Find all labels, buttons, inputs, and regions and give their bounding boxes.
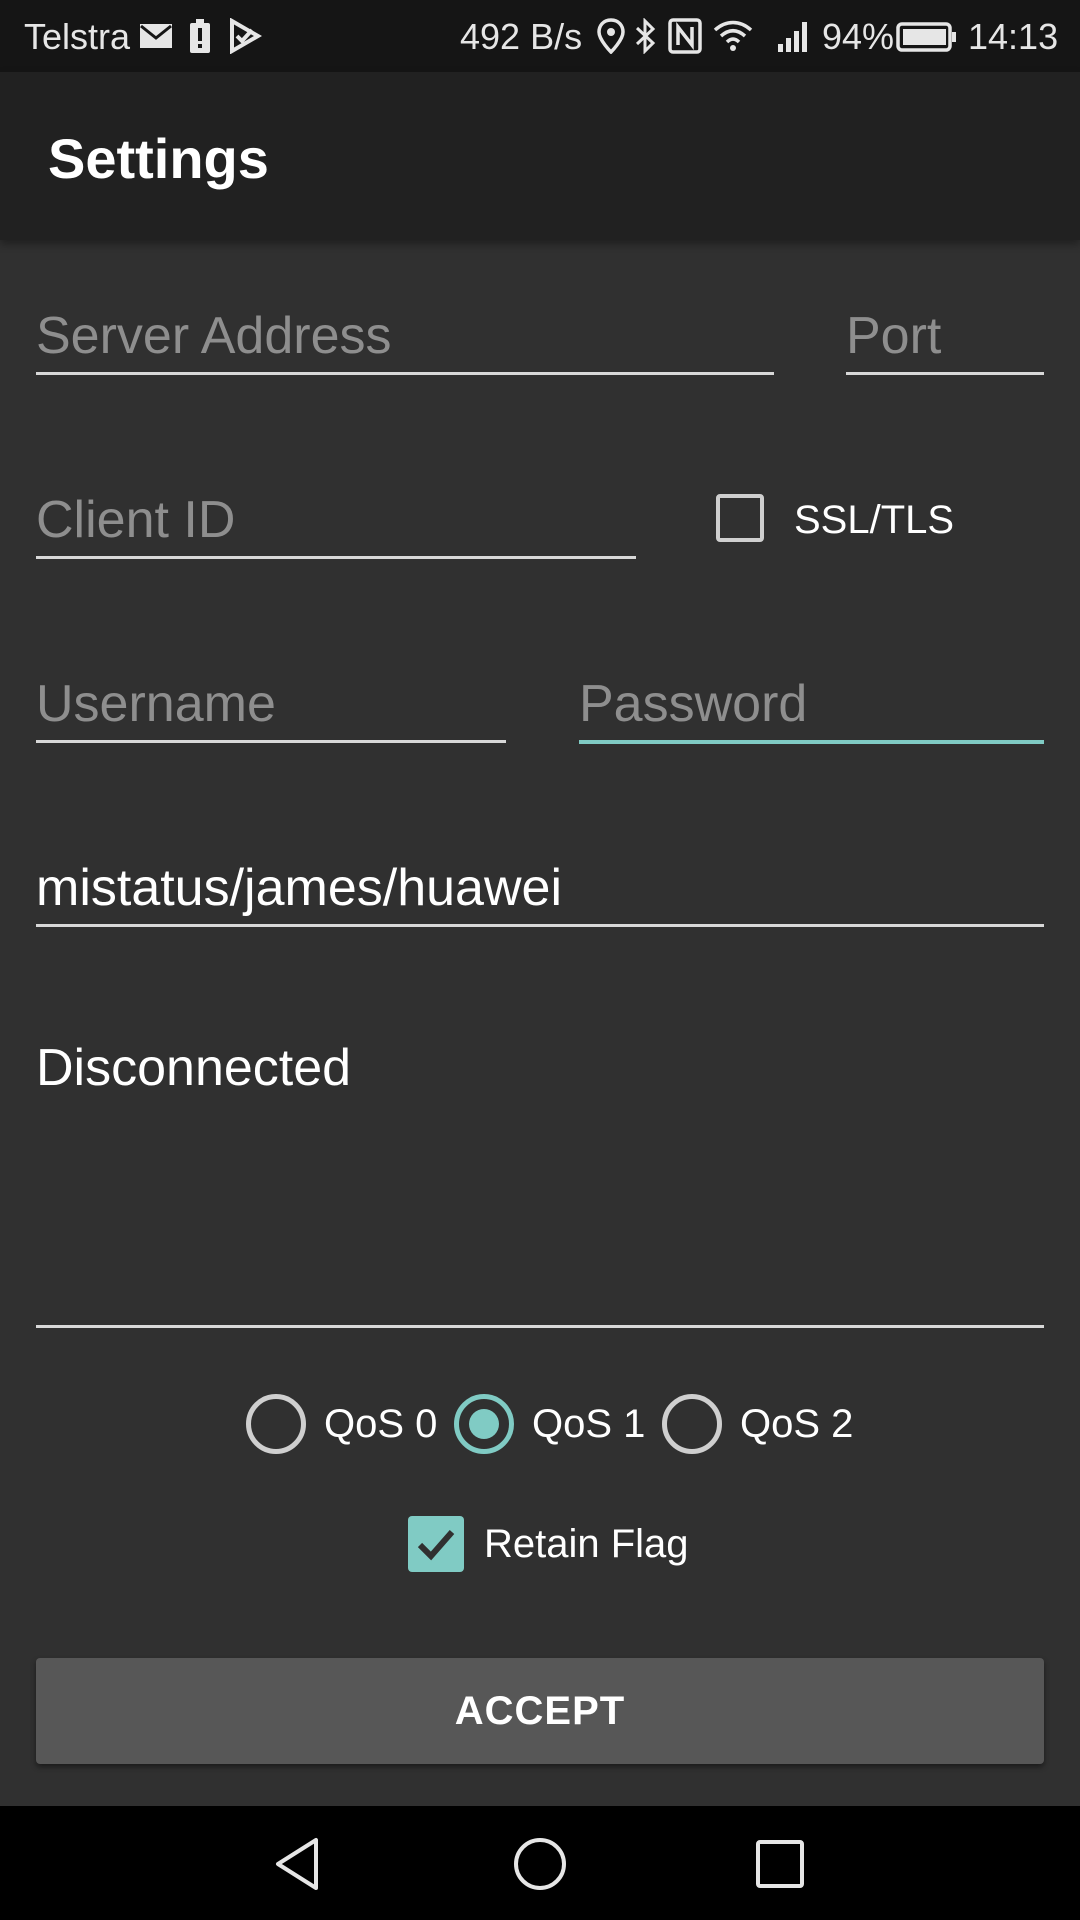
port-field[interactable] — [846, 292, 1044, 375]
location-icon — [597, 18, 625, 54]
password-input[interactable] — [579, 674, 1044, 734]
username-input[interactable] — [36, 674, 506, 734]
battery-percentage: 94% — [822, 16, 895, 57]
radio-dot-icon — [469, 1409, 499, 1439]
qos-1-label: QoS 1 — [532, 1402, 646, 1446]
topic-input[interactable] — [36, 858, 1044, 918]
app-bar: Settings — [0, 72, 1080, 240]
home-icon[interactable] — [510, 1834, 570, 1894]
battery-icon — [896, 22, 956, 52]
checkbox-unchecked-icon[interactable] — [716, 494, 764, 542]
bluetooth-icon — [635, 18, 656, 54]
recents-icon[interactable] — [750, 1834, 810, 1894]
clock: 14:13 — [968, 16, 1059, 57]
play-protect-icon — [230, 18, 262, 54]
carrier-name: Telstra — [24, 16, 131, 57]
client-id-field[interactable] — [36, 476, 636, 559]
mail-icon — [140, 24, 172, 48]
status-text-area[interactable]: Disconnected — [36, 1030, 1044, 1328]
signal-icon — [778, 22, 807, 52]
nfc-icon — [668, 18, 702, 54]
wifi-icon — [713, 20, 753, 51]
qos-0-label: QoS 0 — [324, 1402, 438, 1446]
server-address-field[interactable] — [36, 292, 774, 375]
radio-unselected-icon[interactable] — [662, 1394, 722, 1454]
checkmark-icon — [417, 1530, 455, 1561]
server-address-input[interactable] — [36, 306, 774, 366]
back-icon[interactable] — [270, 1834, 330, 1894]
status-bar: Telstra 492 B/s 94% 14:13 — [0, 0, 1080, 72]
client-id-input[interactable] — [36, 490, 636, 550]
network-speed: 492 B/s — [460, 16, 583, 57]
qos-2-label: QoS 2 — [740, 1402, 854, 1446]
connection-status: Disconnected — [36, 1039, 352, 1097]
page-title: Settings — [48, 127, 269, 190]
password-field[interactable] — [579, 660, 1044, 744]
retain-flag-label: Retain Flag — [484, 1522, 689, 1566]
radio-unselected-icon[interactable] — [246, 1394, 306, 1454]
app-screen: Telstra 492 B/s 94% 14:13 Settings Serve… — [0, 0, 1080, 1920]
battery-alert-icon — [190, 19, 210, 53]
ssl-tls-label: SSL/TLS — [794, 498, 955, 542]
username-field[interactable] — [36, 660, 506, 743]
accept-button[interactable]: ACCEPT — [36, 1658, 1044, 1764]
navigation-bar — [0, 1806, 1080, 1920]
checkbox-checked-icon[interactable] — [408, 1516, 464, 1572]
port-input[interactable] — [846, 306, 1044, 366]
topic-field[interactable] — [36, 844, 1044, 927]
